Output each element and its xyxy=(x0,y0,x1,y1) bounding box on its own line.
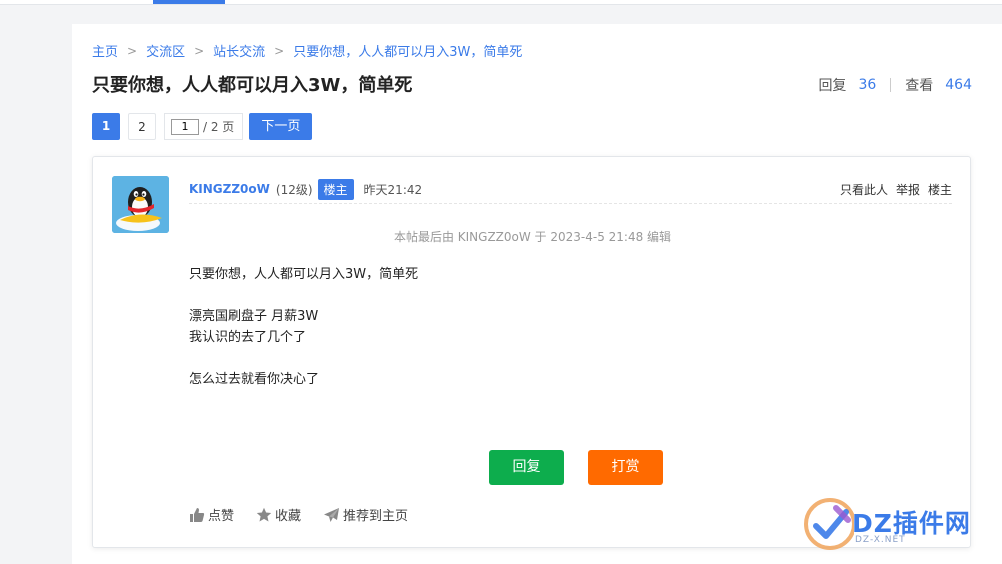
breadcrumb-home[interactable]: 主页 xyxy=(92,41,118,60)
page-current[interactable]: 1 xyxy=(92,113,120,140)
page-title: 只要你想，人人都可以月入3W，简单死 xyxy=(92,75,413,96)
penguin-avatar-icon xyxy=(112,176,169,233)
post-line: 只要你想，人人都可以月入3W，简单死 xyxy=(189,267,419,282)
author-level: (12级) xyxy=(275,182,313,197)
chevron-right-icon: > xyxy=(274,43,285,58)
favorite-button[interactable]: 收藏 xyxy=(256,505,301,524)
paper-plane-icon xyxy=(324,507,340,522)
recommend-button[interactable]: 推荐到主页 xyxy=(323,505,408,524)
top-nav-bar xyxy=(0,0,1002,5)
post-content: 只要你想，人人都可以月入3W，简单死 漂亮国刷盘子 月薪3W 我认识的去了几个了… xyxy=(189,264,418,390)
post-line: 怎么过去就看你决心了 xyxy=(189,372,320,387)
post-card: KINGZZ0oW (12级) 楼主 昨天21:42 只看此人 举报 楼主 本帖… xyxy=(92,156,971,548)
stats-divider xyxy=(890,78,892,92)
avatar[interactable] xyxy=(112,176,169,233)
favorite-label: 收藏 xyxy=(275,509,302,524)
post-line: 漂亮国刷盘子 月薪3W xyxy=(189,309,319,324)
thumbs-up-icon xyxy=(190,507,205,522)
pagination: 1 2 / 2 页 下一页 xyxy=(92,113,313,140)
post-line: 我认识的去了几个了 xyxy=(189,330,307,345)
like-label: 点赞 xyxy=(208,509,235,524)
breadcrumb-community[interactable]: 交流区 xyxy=(146,41,185,60)
author-name[interactable]: KINGZZ0oW xyxy=(189,182,270,196)
reply-count-label: 回复 xyxy=(818,78,847,94)
top-nav-active-indicator xyxy=(153,0,225,4)
page-total: / 2 页 xyxy=(203,120,235,134)
post-tools: 点赞 收藏 推荐到主页 xyxy=(189,505,430,524)
next-page-button[interactable]: 下一页 xyxy=(249,113,313,140)
like-button[interactable]: 点赞 xyxy=(189,505,234,524)
reward-button[interactable]: 打赏 xyxy=(588,450,663,485)
view-count: 464 xyxy=(945,77,972,93)
breadcrumb-forum[interactable]: 站长交流 xyxy=(213,41,265,60)
star-icon xyxy=(256,507,272,521)
thread-panel: 主页 > 交流区 > 站长交流 > 只要你想，人人都可以月入3W，简单死 只要你… xyxy=(72,24,1002,564)
floor-label: 楼主 xyxy=(927,182,952,197)
edit-note: 本帖最后由 KINGZZ0oW 于 2023-4-5 21:48 编辑 xyxy=(393,230,672,244)
dz-logo-icon xyxy=(804,498,854,550)
watermark-subtext: DZ-X.NET xyxy=(855,535,906,545)
breadcrumb: 主页 > 交流区 > 站长交流 > 只要你想，人人都可以月入3W，简单死 xyxy=(92,41,522,61)
reply-count: 36 xyxy=(858,77,877,93)
chevron-right-icon: > xyxy=(127,43,138,58)
post-header: KINGZZ0oW (12级) 楼主 昨天21:42 只看此人 举报 楼主 xyxy=(189,175,952,204)
thread-stats: 回复 36 查看 464 xyxy=(818,75,972,95)
report-link[interactable]: 举报 xyxy=(896,181,920,198)
post-actions: 只看此人 举报 楼主 xyxy=(832,181,952,198)
only-this-author-link[interactable]: 只看此人 xyxy=(840,181,888,198)
post-time: 昨天21:42 xyxy=(363,182,423,197)
op-badge: 楼主 xyxy=(317,178,354,200)
recommend-label: 推荐到主页 xyxy=(343,509,409,524)
breadcrumb-thread[interactable]: 只要你想，人人都可以月入3W，简单死 xyxy=(293,41,522,60)
page-2-link[interactable]: 2 xyxy=(128,113,156,140)
page-jump: / 2 页 xyxy=(164,113,244,140)
chevron-right-icon: > xyxy=(194,43,205,58)
reply-button[interactable]: 回复 xyxy=(489,450,564,485)
page-jump-input[interactable] xyxy=(171,118,199,135)
view-count-label: 查看 xyxy=(905,78,934,94)
